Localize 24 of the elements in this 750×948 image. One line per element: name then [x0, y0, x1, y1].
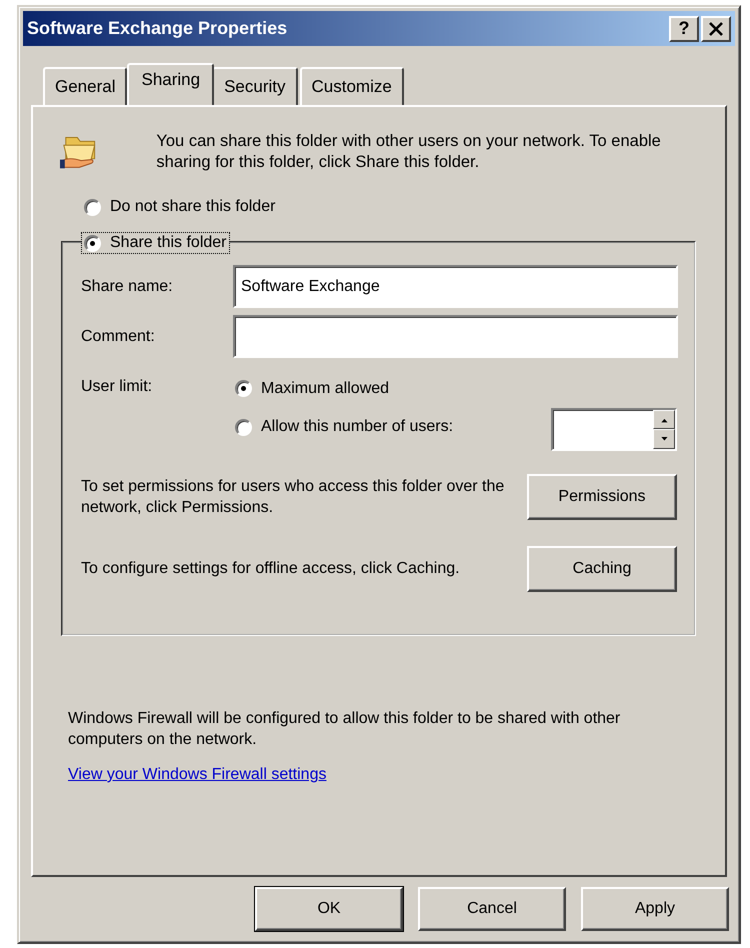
firewall-settings-link[interactable]: View your Windows Firewall settings: [68, 766, 326, 783]
caching-text: To configure settings for offline access, click Caching.: [81, 559, 461, 579]
caching-button[interactable]: Caching: [527, 546, 677, 592]
intro-text: You can share this folder with other users on your network. To enable sharing for this folder, click Share this folder.: [156, 131, 662, 173]
window-title: Software Exchange Properties: [27, 18, 288, 39]
permissions-text: To set permissions for users who access this folder over the network, click Permissions.: [81, 476, 506, 518]
firewall-note: Windows Firewall will be configured to allow this folder to be shared with other computers on the network.: [68, 709, 622, 750]
cancel-button[interactable]: Cancel: [418, 887, 566, 931]
radio-option[interactable]: Allow this number of users:: [233, 417, 456, 438]
radio-option[interactable]: Share this folder: [82, 233, 229, 253]
tab[interactable]: General: [43, 67, 128, 105]
ok-button[interactable]: OK: [255, 887, 403, 931]
tab[interactable]: Customize: [300, 67, 404, 105]
field-label: Comment:: [81, 328, 156, 346]
tab[interactable]: Sharing: [127, 63, 214, 105]
radio-option[interactable]: Maximum allowed: [233, 378, 392, 398]
field-label: User limit:: [81, 378, 154, 396]
apply-button[interactable]: Apply: [581, 887, 729, 931]
permissions-button[interactable]: Permissions: [527, 474, 677, 520]
field-label: Share name:: [81, 278, 174, 296]
radio-option[interactable]: Do not share this folder: [82, 197, 278, 217]
share-name-field[interactable]: Software Exchange: [233, 265, 678, 308]
help-button[interactable]: ?: [669, 16, 699, 42]
tab[interactable]: Security: [212, 67, 298, 105]
